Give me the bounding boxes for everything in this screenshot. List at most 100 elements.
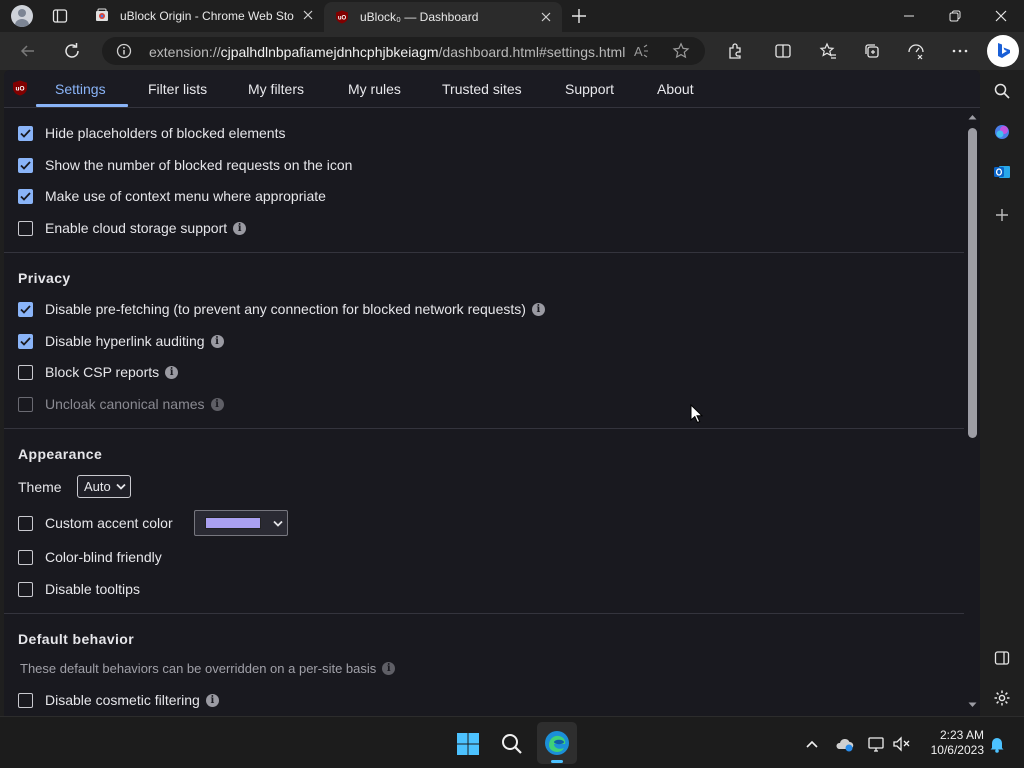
active-app-indicator: [551, 760, 563, 763]
option-disable-prefetching[interactable]: Disable pre-fetching (to prevent any con…: [18, 299, 545, 319]
scrollbar-thumb[interactable]: [968, 128, 977, 438]
tab-settings[interactable]: Settings: [55, 81, 106, 97]
profile-avatar[interactable]: [11, 5, 33, 27]
clock-date: 10/6/2023: [930, 743, 984, 757]
option-label: Disable hyperlink auditing: [45, 333, 205, 349]
outlook-icon[interactable]: [991, 161, 1013, 183]
back-arrow-icon[interactable]: [17, 40, 39, 62]
hide-sidebar-icon[interactable]: [991, 647, 1013, 669]
option-color-blind-friendly[interactable]: Color-blind friendly: [18, 547, 162, 567]
checkbox[interactable]: [18, 301, 33, 317]
minimize-button[interactable]: [886, 0, 932, 32]
checkbox[interactable]: [18, 581, 33, 597]
bing-copilot-icon[interactable]: [987, 35, 1019, 67]
theme-row: Theme: [18, 477, 62, 497]
extensions-icon[interactable]: [724, 40, 746, 62]
ublock-logo: uO: [12, 80, 28, 96]
checkbox[interactable]: [18, 549, 33, 565]
collections-icon[interactable]: [861, 40, 883, 62]
favorite-star-icon[interactable]: [672, 42, 690, 60]
option-context-menu[interactable]: Make use of context menu where appropria…: [18, 186, 326, 206]
theme-label: Theme: [18, 479, 62, 495]
info-icon[interactable]: i: [382, 661, 396, 675]
info-icon[interactable]: i: [531, 302, 545, 316]
accent-color-picker[interactable]: [194, 510, 288, 536]
taskbar-search-icon[interactable]: [499, 731, 525, 757]
tab-about[interactable]: About: [657, 81, 694, 97]
option-label: Show the number of blocked requests on t…: [45, 157, 353, 173]
tab-support[interactable]: Support: [565, 81, 614, 97]
checkbox[interactable]: [18, 220, 33, 236]
option-disable-hyperlink-auditing[interactable]: Disable hyperlink auditing i: [18, 331, 224, 351]
info-icon[interactable]: i: [210, 334, 224, 348]
tab-actions-icon[interactable]: [52, 8, 68, 24]
tab-chrome-web-store[interactable]: uBlock Origin - Chrome Web Sto: [84, 0, 324, 32]
tab-my-filters[interactable]: My filters: [248, 81, 304, 97]
refresh-icon[interactable]: [61, 40, 83, 62]
tab-filter-lists[interactable]: Filter lists: [148, 81, 207, 97]
scroll-down-arrow-icon[interactable]: [968, 702, 977, 708]
option-label: Uncloak canonical names: [45, 396, 205, 412]
notification-bell-icon[interactable]: [986, 731, 1008, 757]
option-block-csp-reports[interactable]: Block CSP reports i: [18, 362, 179, 382]
network-icon[interactable]: [864, 731, 888, 757]
search-icon[interactable]: [991, 80, 1013, 102]
svg-text:uO: uO: [15, 86, 24, 93]
close-window-button[interactable]: [978, 0, 1024, 32]
windows-start-icon[interactable]: [455, 731, 481, 757]
address-bar[interactable]: extension://cjpalhdlnbpafiamejdnhcphjbke…: [102, 37, 705, 65]
info-icon[interactable]: [116, 43, 132, 59]
scroll-up-arrow-icon[interactable]: [968, 114, 977, 120]
note-text: These default behaviors can be overridde…: [20, 660, 377, 676]
option-custom-accent-color[interactable]: Custom accent color: [18, 513, 173, 533]
option-label: Enable cloud storage support: [45, 220, 228, 236]
theme-value: Auto: [84, 479, 111, 494]
volume-muted-icon[interactable]: [890, 731, 914, 757]
restore-button[interactable]: [932, 0, 978, 32]
windows-taskbar: 2:23 AM 10/6/2023: [0, 716, 1024, 768]
taskbar-edge-button[interactable]: [537, 722, 577, 764]
option-cloud-storage[interactable]: Enable cloud storage support i: [18, 218, 247, 238]
option-hide-placeholders[interactable]: Hide placeholders of blocked elements: [18, 123, 285, 143]
split-screen-icon[interactable]: [772, 40, 794, 62]
new-tab-icon[interactable]: [571, 8, 587, 24]
tab-trusted-sites[interactable]: Trusted sites: [442, 81, 522, 97]
checkbox[interactable]: [18, 333, 33, 349]
checkbox[interactable]: [18, 125, 33, 141]
info-icon[interactable]: i: [210, 397, 224, 411]
tab-title: uBlock₀ — Dashboard: [360, 10, 479, 24]
default-behavior-note: These default behaviors can be overridde…: [20, 658, 396, 678]
checkbox[interactable]: [18, 188, 33, 204]
checkbox[interactable]: [18, 515, 33, 531]
option-disable-tooltips[interactable]: Disable tooltips: [18, 579, 140, 599]
sidebar-settings-gear-icon[interactable]: [991, 687, 1013, 709]
appearance-heading: Appearance: [18, 446, 103, 462]
add-icon[interactable]: [991, 204, 1013, 226]
tab-my-rules[interactable]: My rules: [348, 81, 401, 97]
clock-time: 2:23 AM: [939, 728, 984, 742]
option-label: Disable cosmetic filtering: [45, 692, 200, 708]
info-icon[interactable]: i: [165, 365, 179, 379]
favorites-icon[interactable]: [817, 40, 839, 62]
info-icon[interactable]: i: [233, 221, 247, 235]
read-aloud-icon[interactable]: A: [632, 42, 650, 60]
url-prefix: extension://: [149, 44, 221, 60]
close-tab-icon[interactable]: [302, 9, 314, 21]
checkbox[interactable]: [18, 364, 33, 380]
tab-dashboard[interactable]: uO uBlock₀ — Dashboard: [324, 2, 562, 32]
onedrive-icon[interactable]: [832, 731, 856, 757]
performance-icon[interactable]: [905, 40, 927, 62]
checkbox[interactable]: [18, 692, 33, 708]
option-show-blocked-count[interactable]: Show the number of blocked requests on t…: [18, 155, 352, 175]
info-icon[interactable]: i: [205, 693, 219, 707]
option-disable-cosmetic-filtering[interactable]: Disable cosmetic filtering i: [18, 690, 219, 710]
system-clock[interactable]: 2:23 AM 10/6/2023: [920, 728, 984, 758]
more-options-icon[interactable]: [949, 40, 971, 62]
show-hidden-icons-chevron-icon[interactable]: [800, 731, 824, 757]
scrollbar[interactable]: [965, 108, 980, 716]
theme-select[interactable]: Auto: [77, 475, 131, 498]
mouse-cursor: [690, 404, 703, 424]
close-tab-icon[interactable]: [540, 11, 552, 23]
copilot-icon[interactable]: [991, 121, 1013, 143]
checkbox[interactable]: [18, 157, 33, 173]
